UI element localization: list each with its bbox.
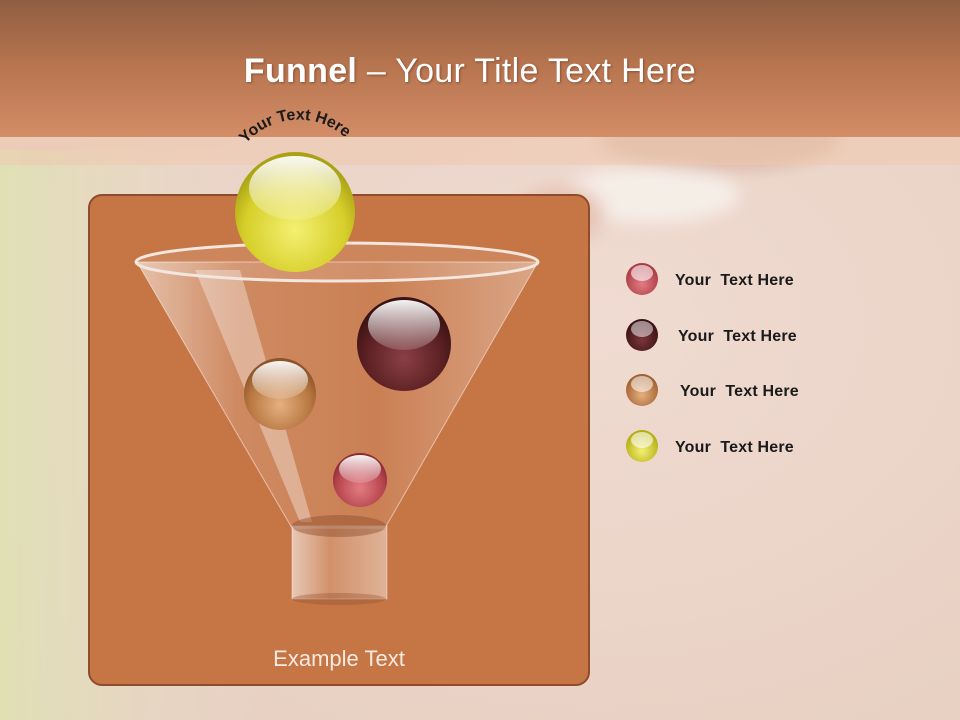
dark-maroon-ball-icon <box>626 319 658 351</box>
yellow-ball-icon <box>626 430 658 462</box>
yellow-ball <box>235 152 355 272</box>
legend-item: Your Text Here <box>620 429 920 469</box>
legend-item: Your Text Here <box>620 262 920 302</box>
tan-ball-icon <box>626 374 658 406</box>
legend: Your Text Here Your Text Here Your Text … <box>620 258 920 478</box>
legend-label: Your Text Here <box>680 383 799 400</box>
maroon-ball <box>357 297 451 391</box>
tan-ball <box>244 358 316 430</box>
top-ball-caption: Your Text Here <box>236 107 354 147</box>
legend-item: Your Text Here <box>620 318 920 358</box>
panel-caption: Example Text <box>273 646 405 671</box>
legend-label: Your Text Here <box>675 439 794 456</box>
legend-label: Your Text Here <box>675 272 794 289</box>
top-ball-caption-text: Your Text Here <box>236 107 354 147</box>
funnel-spout <box>291 515 388 605</box>
legend-item: Your Text Here <box>620 373 920 413</box>
red-ball <box>333 453 387 507</box>
red-ball-icon <box>626 263 658 295</box>
legend-label: Your Text Here <box>678 328 797 345</box>
